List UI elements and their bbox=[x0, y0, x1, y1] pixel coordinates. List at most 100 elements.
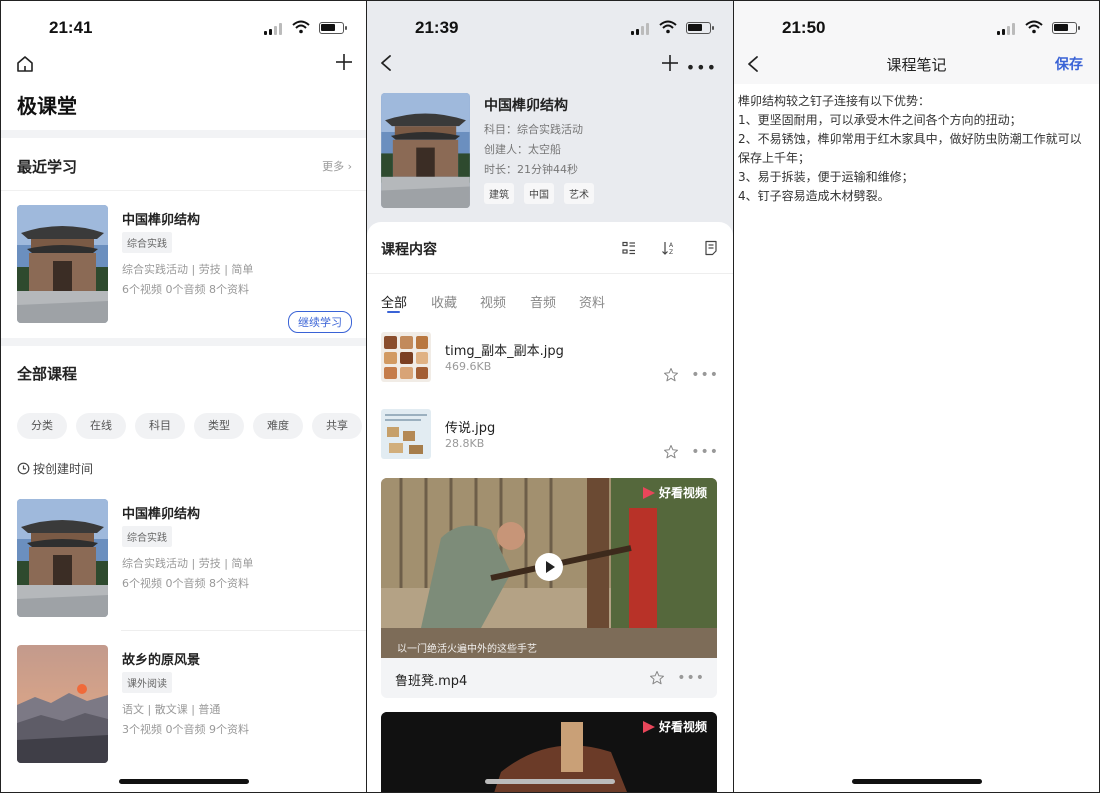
filter-chip-subject[interactable]: 科目 bbox=[135, 413, 185, 439]
file-name: timg_副本_副本.jpg bbox=[445, 344, 564, 359]
active-tab-indicator bbox=[387, 311, 400, 313]
video-watermark: 好看视频 bbox=[642, 484, 707, 501]
filter-chip-category[interactable]: 分类 bbox=[17, 413, 67, 439]
course-notes-screen: 21:50 课程笔记 保存 榫卯结构较之钉子连接有以下优势： 1、更坚固耐用，可… bbox=[734, 0, 1100, 793]
course-title: 故乡的原风景 bbox=[122, 653, 201, 668]
status-bar: 21:39 bbox=[367, 0, 733, 44]
home-icon[interactable] bbox=[15, 54, 35, 74]
battery-icon bbox=[1052, 22, 1080, 34]
course-counts: 6个视频 0个音频 8个资料 bbox=[122, 577, 249, 590]
tab-materials[interactable]: 资料 bbox=[579, 292, 605, 311]
video-name: 鲁班凳.mp4 bbox=[395, 674, 468, 689]
more-link[interactable]: 更多 › bbox=[322, 158, 352, 174]
cellular-signal-icon bbox=[264, 23, 282, 35]
status-time: 21:39 bbox=[415, 18, 459, 37]
video-watermark: 好看视频 bbox=[642, 718, 707, 735]
more-options-icon[interactable]: ••• bbox=[677, 670, 705, 686]
course-tag: 建筑 bbox=[484, 183, 514, 204]
add-icon[interactable] bbox=[334, 52, 354, 72]
course-meta: 综合实践活动 | 劳技 | 简单 bbox=[122, 557, 254, 570]
page-title: 课程笔记 bbox=[886, 56, 947, 74]
sort-control[interactable]: 按创建时间 bbox=[17, 460, 93, 477]
battery-icon bbox=[686, 22, 714, 34]
recent-course-card[interactable]: 中国榫卯结构 综合实践 综合实践活动 | 劳技 | 简单 6个视频 0个音频 8… bbox=[17, 205, 352, 333]
battery-icon bbox=[319, 22, 347, 34]
filter-chip-type[interactable]: 类型 bbox=[194, 413, 244, 439]
course-thumbnail bbox=[17, 645, 108, 763]
sort-icon[interactable]: AZ bbox=[661, 240, 677, 256]
file-thumbnail bbox=[381, 409, 431, 459]
home-indicator[interactable] bbox=[851, 779, 982, 784]
back-icon[interactable] bbox=[379, 54, 393, 72]
filter-chip-shared[interactable]: 共享 bbox=[312, 413, 362, 439]
home-indicator[interactable] bbox=[118, 779, 249, 784]
note-line: 4、钉子容易造成木材劈裂。 bbox=[738, 189, 890, 203]
file-name: 传说.jpg bbox=[445, 421, 496, 436]
wifi-icon bbox=[1025, 20, 1043, 34]
note-line: 1、更坚固耐用，可以承受木件之间各个方向的扭动； bbox=[738, 113, 1022, 127]
status-bar: 21:50 bbox=[734, 0, 1099, 44]
file-list-item[interactable]: timg_副本_副本.jpg 469.6KB ••• bbox=[381, 332, 719, 392]
play-button[interactable] bbox=[535, 553, 563, 581]
status-bar: 21:41 bbox=[1, 0, 366, 44]
course-list-item[interactable]: 故乡的原风景 课外阅读 语文 | 散文课 | 普通 3个视频 0个音频 9个资料 bbox=[17, 645, 352, 765]
file-size: 28.8KB bbox=[445, 437, 485, 450]
video-subtitle: 以一门绝活火遍中外的这些手艺 bbox=[397, 644, 537, 655]
filter-chip-online[interactable]: 在线 bbox=[76, 413, 126, 439]
file-list-item[interactable]: 传说.jpg 28.8KB ••• bbox=[381, 409, 719, 469]
section-divider bbox=[1, 130, 366, 138]
course-counts: 3个视频 0个音频 9个资料 bbox=[122, 723, 249, 736]
list-view-icon[interactable] bbox=[621, 240, 637, 256]
course-tag: 艺术 bbox=[564, 183, 594, 204]
note-line: 3、易于拆装，便于运输和维修； bbox=[738, 170, 914, 184]
tab-video[interactable]: 视频 bbox=[480, 292, 506, 311]
status-time: 21:41 bbox=[49, 18, 93, 37]
cellular-signal-icon bbox=[997, 23, 1015, 35]
video-frame[interactable]: 好看视频 以一门绝活火遍中外的这些手艺 bbox=[381, 478, 717, 658]
file-thumbnail bbox=[381, 332, 431, 382]
more-options-icon[interactable]: ••• bbox=[691, 444, 719, 460]
continue-learning-button[interactable]: 继续学习 bbox=[288, 311, 352, 333]
course-meta: 语文 | 散文课 | 普通 bbox=[122, 703, 221, 716]
course-tag: 综合实践 bbox=[122, 526, 172, 547]
filter-chip-difficulty[interactable]: 难度 bbox=[253, 413, 303, 439]
course-tag: 综合实践 bbox=[122, 232, 172, 253]
save-button[interactable]: 保存 bbox=[1055, 54, 1083, 74]
course-home-screen: 21:41 极课堂 最近学习 更多 › 中国榫卯结构 综合实践 综合实践活动 |… bbox=[0, 0, 366, 793]
panel-separator bbox=[366, 0, 367, 793]
app-title: 极课堂 bbox=[17, 94, 77, 118]
course-thumbnail bbox=[17, 205, 108, 323]
course-title: 中国榫卯结构 bbox=[484, 98, 568, 114]
tab-all[interactable]: 全部 bbox=[381, 292, 407, 311]
sort-label: 按创建时间 bbox=[33, 462, 94, 476]
star-icon[interactable] bbox=[663, 444, 679, 460]
course-thumbnail bbox=[17, 499, 108, 617]
note-line: 2、不易锈蚀，榫卯常用于红木家具中，做好防虫防潮工作就可以保存上千年； bbox=[738, 132, 1082, 165]
course-meta: 综合实践活动 | 劳技 | 简单 bbox=[122, 263, 254, 276]
wifi-icon bbox=[292, 20, 310, 34]
star-icon[interactable] bbox=[649, 670, 665, 686]
divider bbox=[1, 190, 366, 191]
wifi-icon bbox=[659, 20, 677, 34]
course-detail-screen: 21:39 ••• 中国榫卯结构 科目：综合实践活动 创建人：太空船 时长：21… bbox=[367, 0, 733, 793]
course-duration: 时长：21分钟44秒 bbox=[484, 163, 578, 176]
filter-chips: 分类 在线 科目 类型 难度 共享 bbox=[17, 413, 366, 439]
tab-audio[interactable]: 音频 bbox=[530, 292, 556, 311]
note-editor[interactable]: 榫卯结构较之钉子连接有以下优势： 1、更坚固耐用，可以承受木件之间各个方向的扭动… bbox=[738, 92, 1089, 206]
svg-text:A: A bbox=[669, 242, 674, 249]
all-courses-title: 全部课程 bbox=[17, 365, 78, 383]
more-options-icon[interactable]: ••• bbox=[691, 367, 719, 383]
star-icon[interactable] bbox=[663, 367, 679, 383]
notes-icon[interactable] bbox=[703, 240, 719, 256]
divider bbox=[367, 273, 733, 274]
section-divider bbox=[1, 338, 366, 346]
home-indicator[interactable] bbox=[485, 779, 615, 784]
sort-clock-icon bbox=[17, 462, 30, 475]
more-options-icon[interactable]: ••• bbox=[686, 58, 717, 77]
list-divider bbox=[121, 630, 366, 631]
video-list-item[interactable]: 好看视频 以一门绝活火遍中外的这些手艺 鲁班凳.mp4 ••• bbox=[381, 478, 717, 698]
tab-favorites[interactable]: 收藏 bbox=[431, 292, 457, 311]
file-size: 469.6KB bbox=[445, 360, 492, 373]
course-list-item[interactable]: 中国榫卯结构 综合实践 综合实践活动 | 劳技 | 简单 6个视频 0个音频 8… bbox=[17, 499, 352, 619]
add-icon[interactable] bbox=[661, 54, 679, 72]
